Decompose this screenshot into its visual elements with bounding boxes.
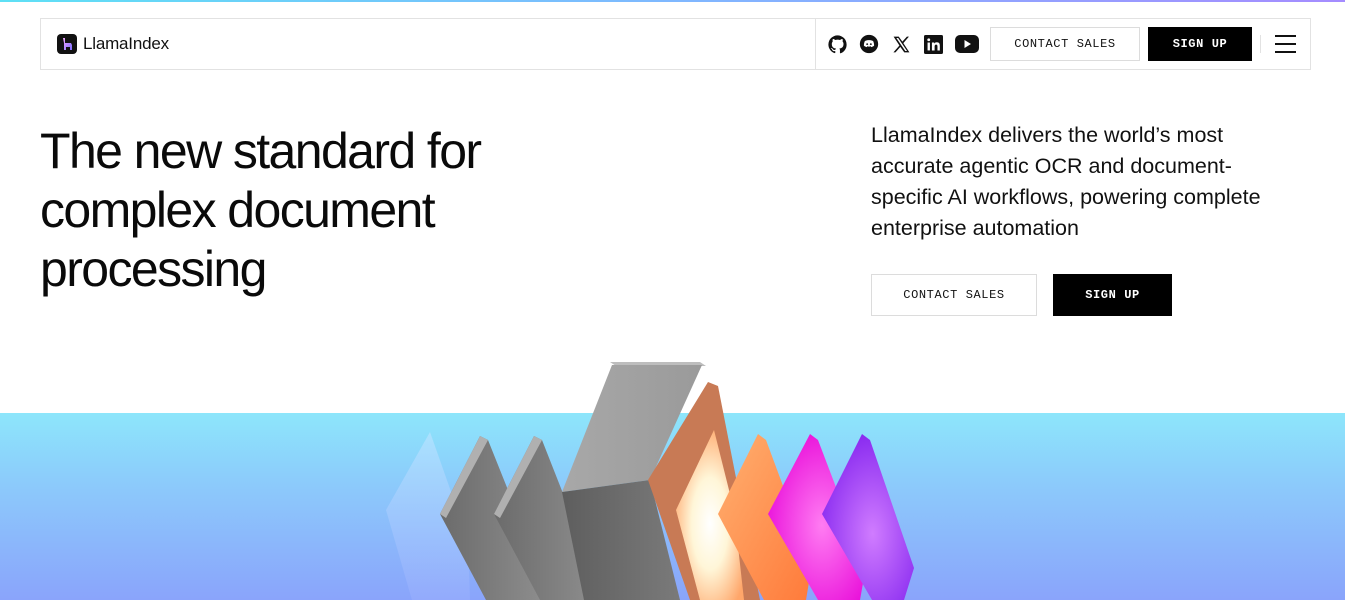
discord-icon[interactable] bbox=[858, 33, 880, 55]
brand-name: LlamaIndex bbox=[83, 34, 169, 53]
social-links bbox=[826, 33, 990, 55]
headline-line: processing bbox=[40, 241, 267, 297]
navbar: LlamaIndex CONTACT SALES SIGN UP bbox=[40, 18, 1311, 70]
nav-contact-sales-button[interactable]: CONTACT SALES bbox=[990, 27, 1140, 61]
youtube-icon[interactable] bbox=[954, 33, 980, 55]
hero-contact-sales-button[interactable]: CONTACT SALES bbox=[871, 274, 1037, 316]
llama-logo-icon bbox=[57, 34, 77, 54]
description-line: enterprise automation bbox=[871, 216, 1079, 240]
description-line: specific AI workflows, powering complete bbox=[871, 185, 1261, 209]
description-line: accurate agentic OCR and document- bbox=[871, 154, 1232, 178]
top-accent-line bbox=[0, 0, 1345, 2]
brand-logo-link[interactable]: LlamaIndex bbox=[41, 19, 815, 69]
description-line: LlamaIndex delivers the world’s most bbox=[871, 123, 1224, 147]
gray-block-top bbox=[610, 362, 706, 366]
hero-gradient-band bbox=[0, 413, 1345, 600]
x-icon[interactable] bbox=[890, 33, 912, 55]
hero-description: LlamaIndex delivers the world’s most acc… bbox=[871, 120, 1301, 244]
github-icon[interactable] bbox=[826, 33, 848, 55]
menu-icon[interactable] bbox=[1260, 35, 1310, 53]
headline-line: complex document bbox=[40, 182, 436, 238]
headline-line: The new standard for bbox=[40, 123, 482, 179]
linkedin-icon[interactable] bbox=[922, 33, 944, 55]
hero-headline: The new standard for complex document pr… bbox=[40, 122, 560, 299]
hero-sign-up-button[interactable]: SIGN UP bbox=[1053, 274, 1172, 316]
nav-sign-up-button[interactable]: SIGN UP bbox=[1148, 27, 1252, 61]
nav-actions: CONTACT SALES SIGN UP bbox=[815, 19, 1310, 69]
